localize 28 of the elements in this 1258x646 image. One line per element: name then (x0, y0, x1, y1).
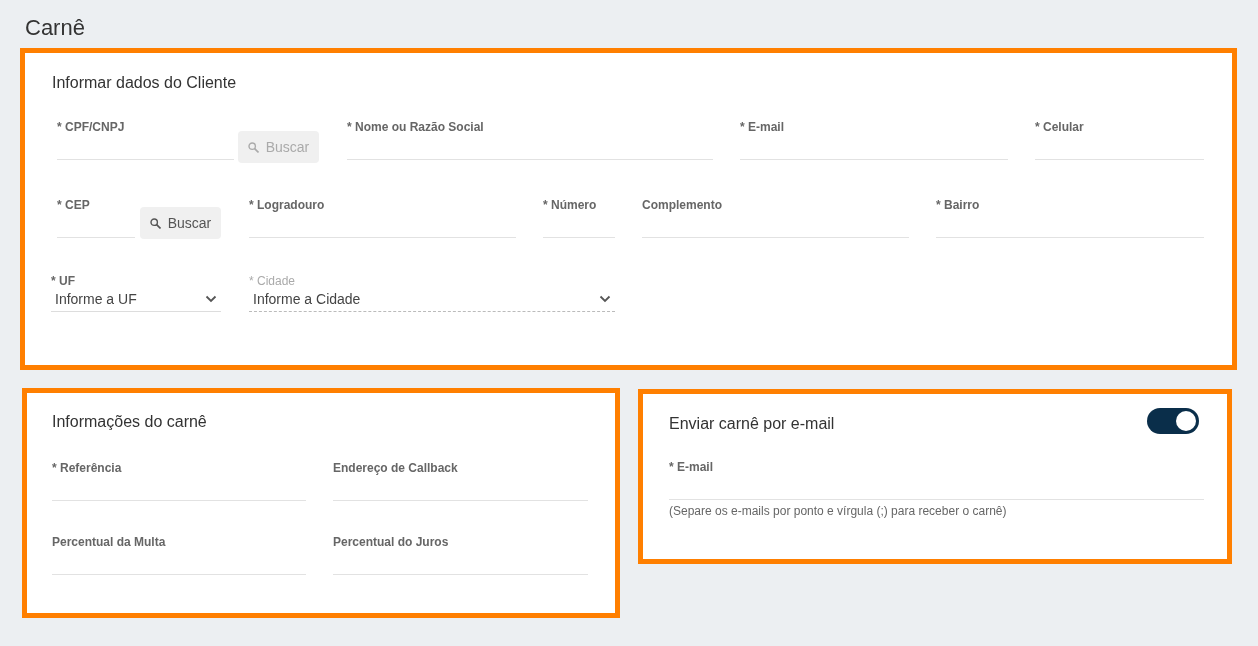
field-label: Percentual do Juros (333, 535, 450, 549)
field-label: * Referência (52, 461, 123, 475)
section-title: Enviar carnê por e-mail (669, 414, 835, 434)
toggle-switch[interactable] (1147, 408, 1199, 434)
dropdown[interactable]: Informe a UF (51, 287, 221, 312)
search-icon (149, 217, 161, 229)
field-label: Percentual da Multa (52, 535, 167, 549)
field-label: Complemento (642, 198, 723, 212)
field-label: * Cidade (249, 274, 297, 288)
field-label: * UF (51, 274, 76, 288)
field-label: * CPF/CNPJ (57, 120, 126, 134)
field-label: Endereço de Callback (333, 461, 459, 475)
hint-text: (Separe os e-mails por ponto e vírgula (;) para receber o carnê) (669, 504, 1008, 518)
chevron-icon (205, 295, 217, 303)
field-label: * Número (543, 198, 598, 212)
field-label: * E-mail (669, 460, 714, 474)
field-label: * Bairro (936, 198, 981, 212)
search-button[interactable]: Buscar (140, 207, 221, 239)
search-icon (247, 141, 259, 153)
field-label: * CEP (57, 198, 91, 212)
field-label: * Nome ou Razão Social (347, 120, 485, 134)
field-label: * Logradouro (249, 198, 326, 212)
page-title: Carnê (24, 14, 86, 42)
section-title: Informar dados do Cliente (52, 73, 238, 93)
field-label: * Celular (1035, 120, 1085, 134)
field-label: * E-mail (740, 120, 785, 134)
chevron-icon (599, 295, 611, 303)
section-title: Informações do carnê (52, 412, 208, 432)
